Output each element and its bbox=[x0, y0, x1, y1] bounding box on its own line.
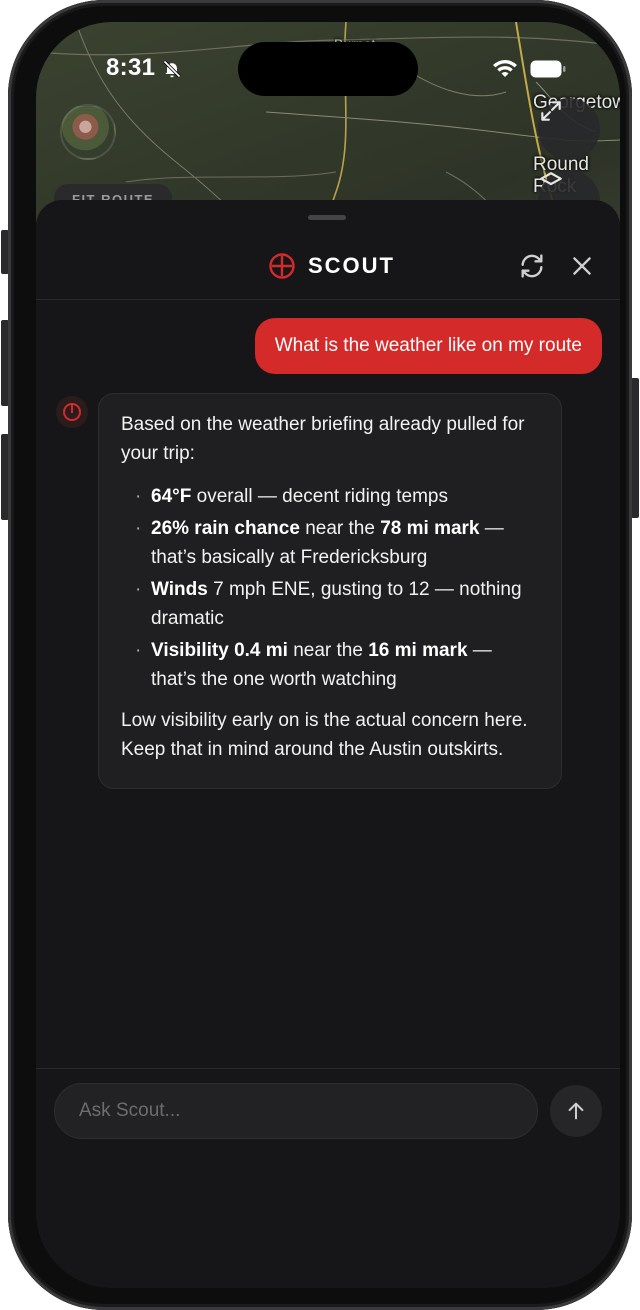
dynamic-island bbox=[238, 42, 418, 96]
sheet-header: SCOUT bbox=[36, 228, 620, 300]
screen: Burnet Georgetown Round Rock FIT ROUTE 8… bbox=[36, 22, 620, 1288]
arrow-up-icon bbox=[568, 1102, 584, 1120]
scout-message: Based on the weather briefing already pu… bbox=[98, 393, 562, 789]
send-button[interactable] bbox=[550, 1085, 602, 1137]
scout-message-outro: Low visibility early on is the actual co… bbox=[121, 710, 528, 760]
refresh-icon[interactable] bbox=[518, 252, 546, 280]
status-time: 8:31 bbox=[106, 54, 156, 81]
battery-icon bbox=[530, 60, 566, 78]
expand-map-button[interactable] bbox=[538, 98, 600, 160]
layers-icon bbox=[540, 172, 562, 186]
phone-frame: Burnet Georgetown Round Rock FIT ROUTE 8… bbox=[8, 0, 632, 1310]
list-item: Winds 7 mph ENE, gusting to 12 — nothing… bbox=[121, 575, 539, 633]
power-button bbox=[631, 378, 639, 518]
bell-muted-icon bbox=[163, 60, 181, 78]
scout-logo-icon bbox=[63, 403, 81, 421]
list-item: Visibility 0.4 mi near the 16 mi mark — … bbox=[121, 636, 539, 694]
scout-logo-icon bbox=[269, 253, 295, 279]
weather-list: 64°F overall — decent riding temps 26% r… bbox=[121, 482, 539, 694]
list-item: 26% rain chance near the 78 mi mark — th… bbox=[121, 514, 539, 572]
sheet-grabber[interactable] bbox=[308, 215, 346, 220]
expand-icon bbox=[541, 101, 561, 121]
scout-sheet: SCOUT What is the weather like on my rou… bbox=[36, 200, 620, 1288]
scout-title: SCOUT bbox=[308, 253, 395, 278]
ask-input[interactable] bbox=[54, 1083, 538, 1139]
composer bbox=[36, 1068, 620, 1288]
scout-brand: SCOUT bbox=[268, 252, 395, 280]
scout-message-intro: Based on the weather briefing already pu… bbox=[121, 414, 525, 464]
list-item: 64°F overall — decent riding temps bbox=[121, 482, 539, 511]
scout-avatar bbox=[56, 396, 88, 428]
user-message: What is the weather like on my route bbox=[254, 318, 602, 374]
close-icon[interactable] bbox=[569, 253, 595, 279]
wifi-icon bbox=[493, 60, 517, 77]
user-avatar[interactable] bbox=[60, 104, 116, 160]
